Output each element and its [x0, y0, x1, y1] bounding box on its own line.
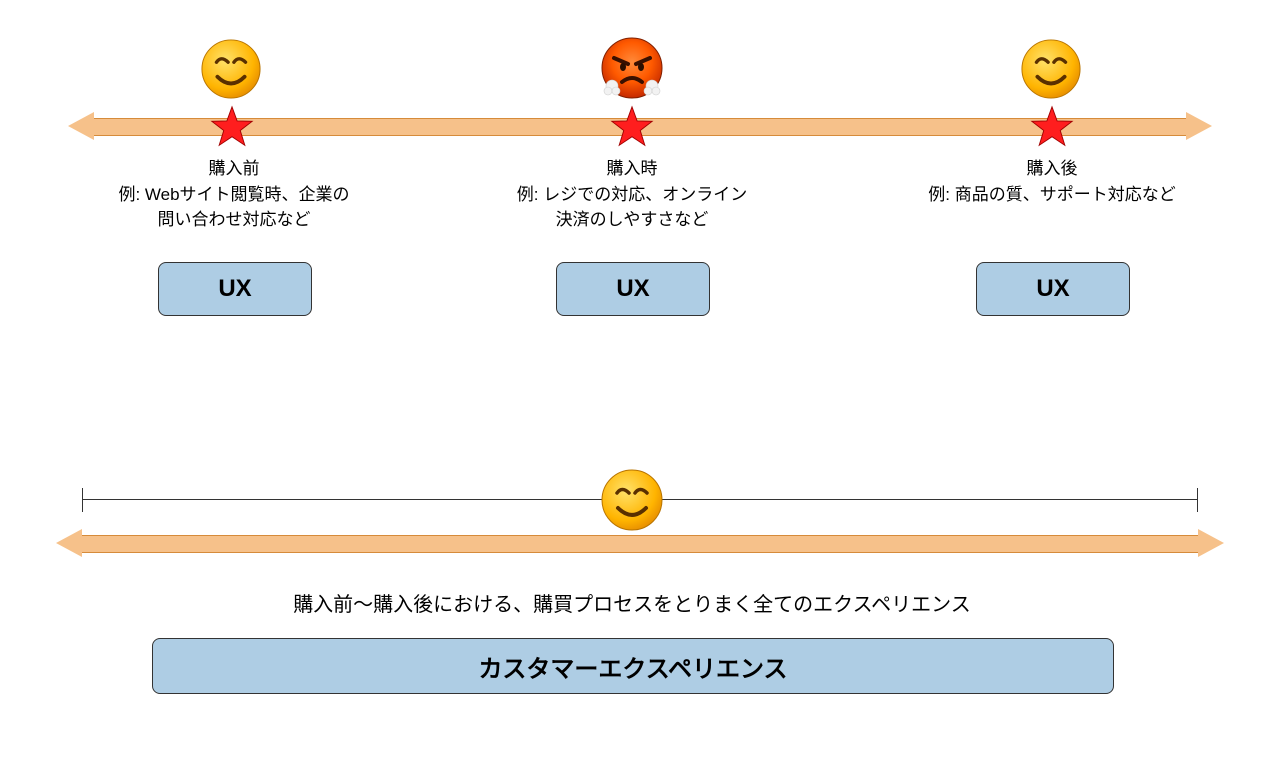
- cx-caption: 購入前〜購入後における、購買プロセスをとりまく全てのエクスペリエンス: [232, 588, 1032, 617]
- arrow-left-icon: [56, 529, 82, 557]
- stage-text-2: 購入時 例: レジでの対応、オンライン 決済のしやすさなど: [494, 156, 770, 233]
- ux-box-1: UX: [158, 262, 312, 316]
- star-icon: [1030, 105, 1074, 149]
- cx-box: カスタマーエクスペリエンス: [152, 638, 1114, 694]
- stage-example: 例: レジでの対応、オンライン 決済のしやすさなど: [494, 182, 770, 233]
- happy-face-icon: [200, 38, 262, 100]
- ux-box-2: UX: [556, 262, 710, 316]
- angry-face-icon: [600, 36, 662, 98]
- ux-label: UX: [218, 275, 251, 303]
- stage-text-3: 購入後 例: 商品の質、サポート対応など: [914, 156, 1190, 207]
- stage-title: 購入後: [914, 156, 1190, 182]
- stage-example: 例: 商品の質、サポート対応など: [914, 182, 1190, 208]
- arrow-left-icon: [68, 112, 94, 140]
- star-icon: [210, 105, 254, 149]
- ux-label: UX: [1036, 275, 1069, 303]
- stage-title: 購入前: [96, 156, 372, 182]
- arrow-right-icon: [1198, 529, 1224, 557]
- happy-face-icon: [600, 468, 662, 530]
- stage-title: 購入時: [494, 156, 770, 182]
- happy-face-icon: [1020, 38, 1082, 100]
- stage-example: 例: Webサイト閲覧時、企業の 問い合わせ対応など: [96, 182, 372, 233]
- cx-label: カスタマーエクスペリエンス: [478, 649, 787, 684]
- star-icon: [610, 105, 654, 149]
- ux-box-3: UX: [976, 262, 1130, 316]
- ux-label: UX: [616, 275, 649, 303]
- timeline-bottom-bar: [82, 535, 1198, 553]
- arrow-right-icon: [1186, 112, 1212, 140]
- stage-text-1: 購入前 例: Webサイト閲覧時、企業の 問い合わせ対応など: [96, 156, 372, 233]
